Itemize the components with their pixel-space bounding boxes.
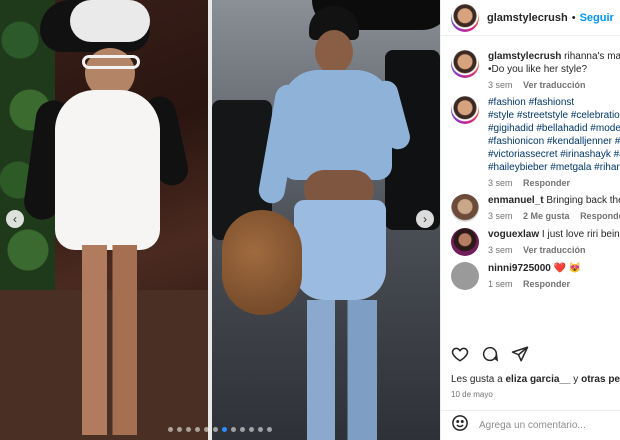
reply-link[interactable]: Responder: [523, 279, 570, 289]
carousel-dot: [249, 427, 254, 432]
carousel-dot: [240, 427, 245, 432]
post-side-panel: glamstylecrush • Seguir glamstylecrush r…: [440, 0, 620, 440]
comment-username[interactable]: glamstylecrush: [488, 51, 561, 62]
carousel-dot: [258, 427, 263, 432]
liker-others[interactable]: otras person: [581, 374, 620, 385]
author-avatar[interactable]: [451, 3, 479, 32]
see-translation-link[interactable]: Ver traducción: [523, 245, 586, 255]
add-comment-input[interactable]: [479, 420, 609, 431]
author-username[interactable]: glamstylecrush: [487, 12, 568, 24]
comment-icon[interactable]: [481, 345, 499, 368]
comment-text: I just love riri being p: [541, 229, 620, 240]
comment-username[interactable]: enmanuel_t: [488, 195, 544, 206]
post-media-carousel[interactable]: ‹ ›: [0, 0, 440, 440]
comment-item: voguexlaw I just love riri being p 3 sem…: [441, 222, 620, 256]
comments-list[interactable]: glamstylecrush rihanna's mater •Do you l…: [441, 44, 620, 334]
carousel-dot: [195, 427, 200, 432]
follow-button[interactable]: Seguir: [580, 12, 614, 24]
add-comment-bar: [441, 410, 620, 440]
caption-comment: glamstylecrush rihanna's mater •Do you l…: [441, 44, 620, 90]
white-fur-dress: [55, 90, 160, 250]
novelty-glasses: [82, 55, 140, 69]
likes-summary[interactable]: Les gusta a eliza garcia__ y otras perso…: [451, 374, 620, 385]
hashtag-line[interactable]: #haileybieber #metgala #rihann: [488, 161, 620, 174]
carousel-dot: [267, 427, 272, 432]
author-avatar[interactable]: [451, 50, 479, 78]
carousel-next-button[interactable]: ›: [416, 210, 434, 228]
header-separator: •: [571, 11, 576, 24]
post-date: 10 de mayo: [451, 390, 493, 399]
comment-time: 1 sem: [488, 279, 513, 289]
comment-item: ninni9725000 ❤️ 😻 1 sem Responder: [441, 256, 620, 290]
smiley-icon[interactable]: [451, 414, 469, 437]
comment-time: 3 sem: [488, 245, 513, 255]
fur-bag: [222, 210, 302, 315]
carousel-dot: [168, 427, 173, 432]
carousel-dot: [222, 427, 227, 432]
author-avatar[interactable]: [451, 96, 479, 124]
carousel-dot: [204, 427, 209, 432]
post-actions-bar: [451, 345, 611, 368]
carousel-indicator: [0, 427, 440, 432]
comment-text-line2: •Do you like her style?: [488, 64, 588, 75]
see-translation-link[interactable]: Ver traducción: [523, 80, 586, 90]
carousel-dot: [186, 427, 191, 432]
hashtag-line[interactable]: #style #streetstyle #celebration: [488, 109, 620, 122]
hashtag-line[interactable]: #fashion #fashionst: [488, 96, 620, 109]
comment-item: enmanuel_t Bringing back the h 3 sem 2 M…: [441, 188, 620, 222]
heart-icon[interactable]: [451, 345, 469, 368]
hashtag-line[interactable]: #fashionicon #kendalljenner #ky: [488, 135, 620, 148]
liker-username[interactable]: eliza garcia__: [505, 374, 570, 385]
send-icon[interactable]: [511, 345, 529, 368]
chevron-right-icon: ›: [423, 212, 427, 226]
comment-username[interactable]: voguexlaw: [488, 229, 539, 240]
hashtag-comment: #fashion #fashionst #style #streetstyle …: [441, 90, 620, 188]
carousel-prev-button[interactable]: ‹: [6, 210, 24, 228]
carousel-dot: [177, 427, 182, 432]
comment-text: ❤️ 😻: [550, 263, 582, 274]
commenter-avatar[interactable]: [451, 262, 479, 290]
comment-text: Bringing back the h: [546, 195, 620, 206]
commenter-avatar[interactable]: [451, 228, 479, 256]
reply-link[interactable]: Responder: [580, 211, 620, 221]
comment-likes[interactable]: 2 Me gusta: [523, 211, 570, 221]
comment-time: 3 sem: [488, 178, 513, 188]
blue-skirt: [294, 200, 386, 300]
reply-link[interactable]: Responder: [523, 178, 570, 188]
comment-time: 3 sem: [488, 80, 513, 90]
photo-white-fur-dress: [0, 0, 208, 440]
carousel-dot: [213, 427, 218, 432]
blue-top: [282, 70, 392, 180]
commenter-avatar[interactable]: [451, 194, 479, 222]
comment-username[interactable]: ninni9725000: [488, 263, 551, 274]
post-header: glamstylecrush • Seguir: [441, 0, 620, 36]
photo-blue-outfit-rain: [212, 0, 440, 440]
hashtag-line[interactable]: #victoriassecret #irinashayk #ad: [488, 148, 620, 161]
chevron-left-icon: ‹: [13, 212, 17, 226]
hashtag-line[interactable]: #gigihadid #bellahadid #model: [488, 122, 620, 135]
comment-time: 3 sem: [488, 211, 513, 221]
comment-text: rihanna's mater: [564, 51, 620, 62]
carousel-dot: [231, 427, 236, 432]
